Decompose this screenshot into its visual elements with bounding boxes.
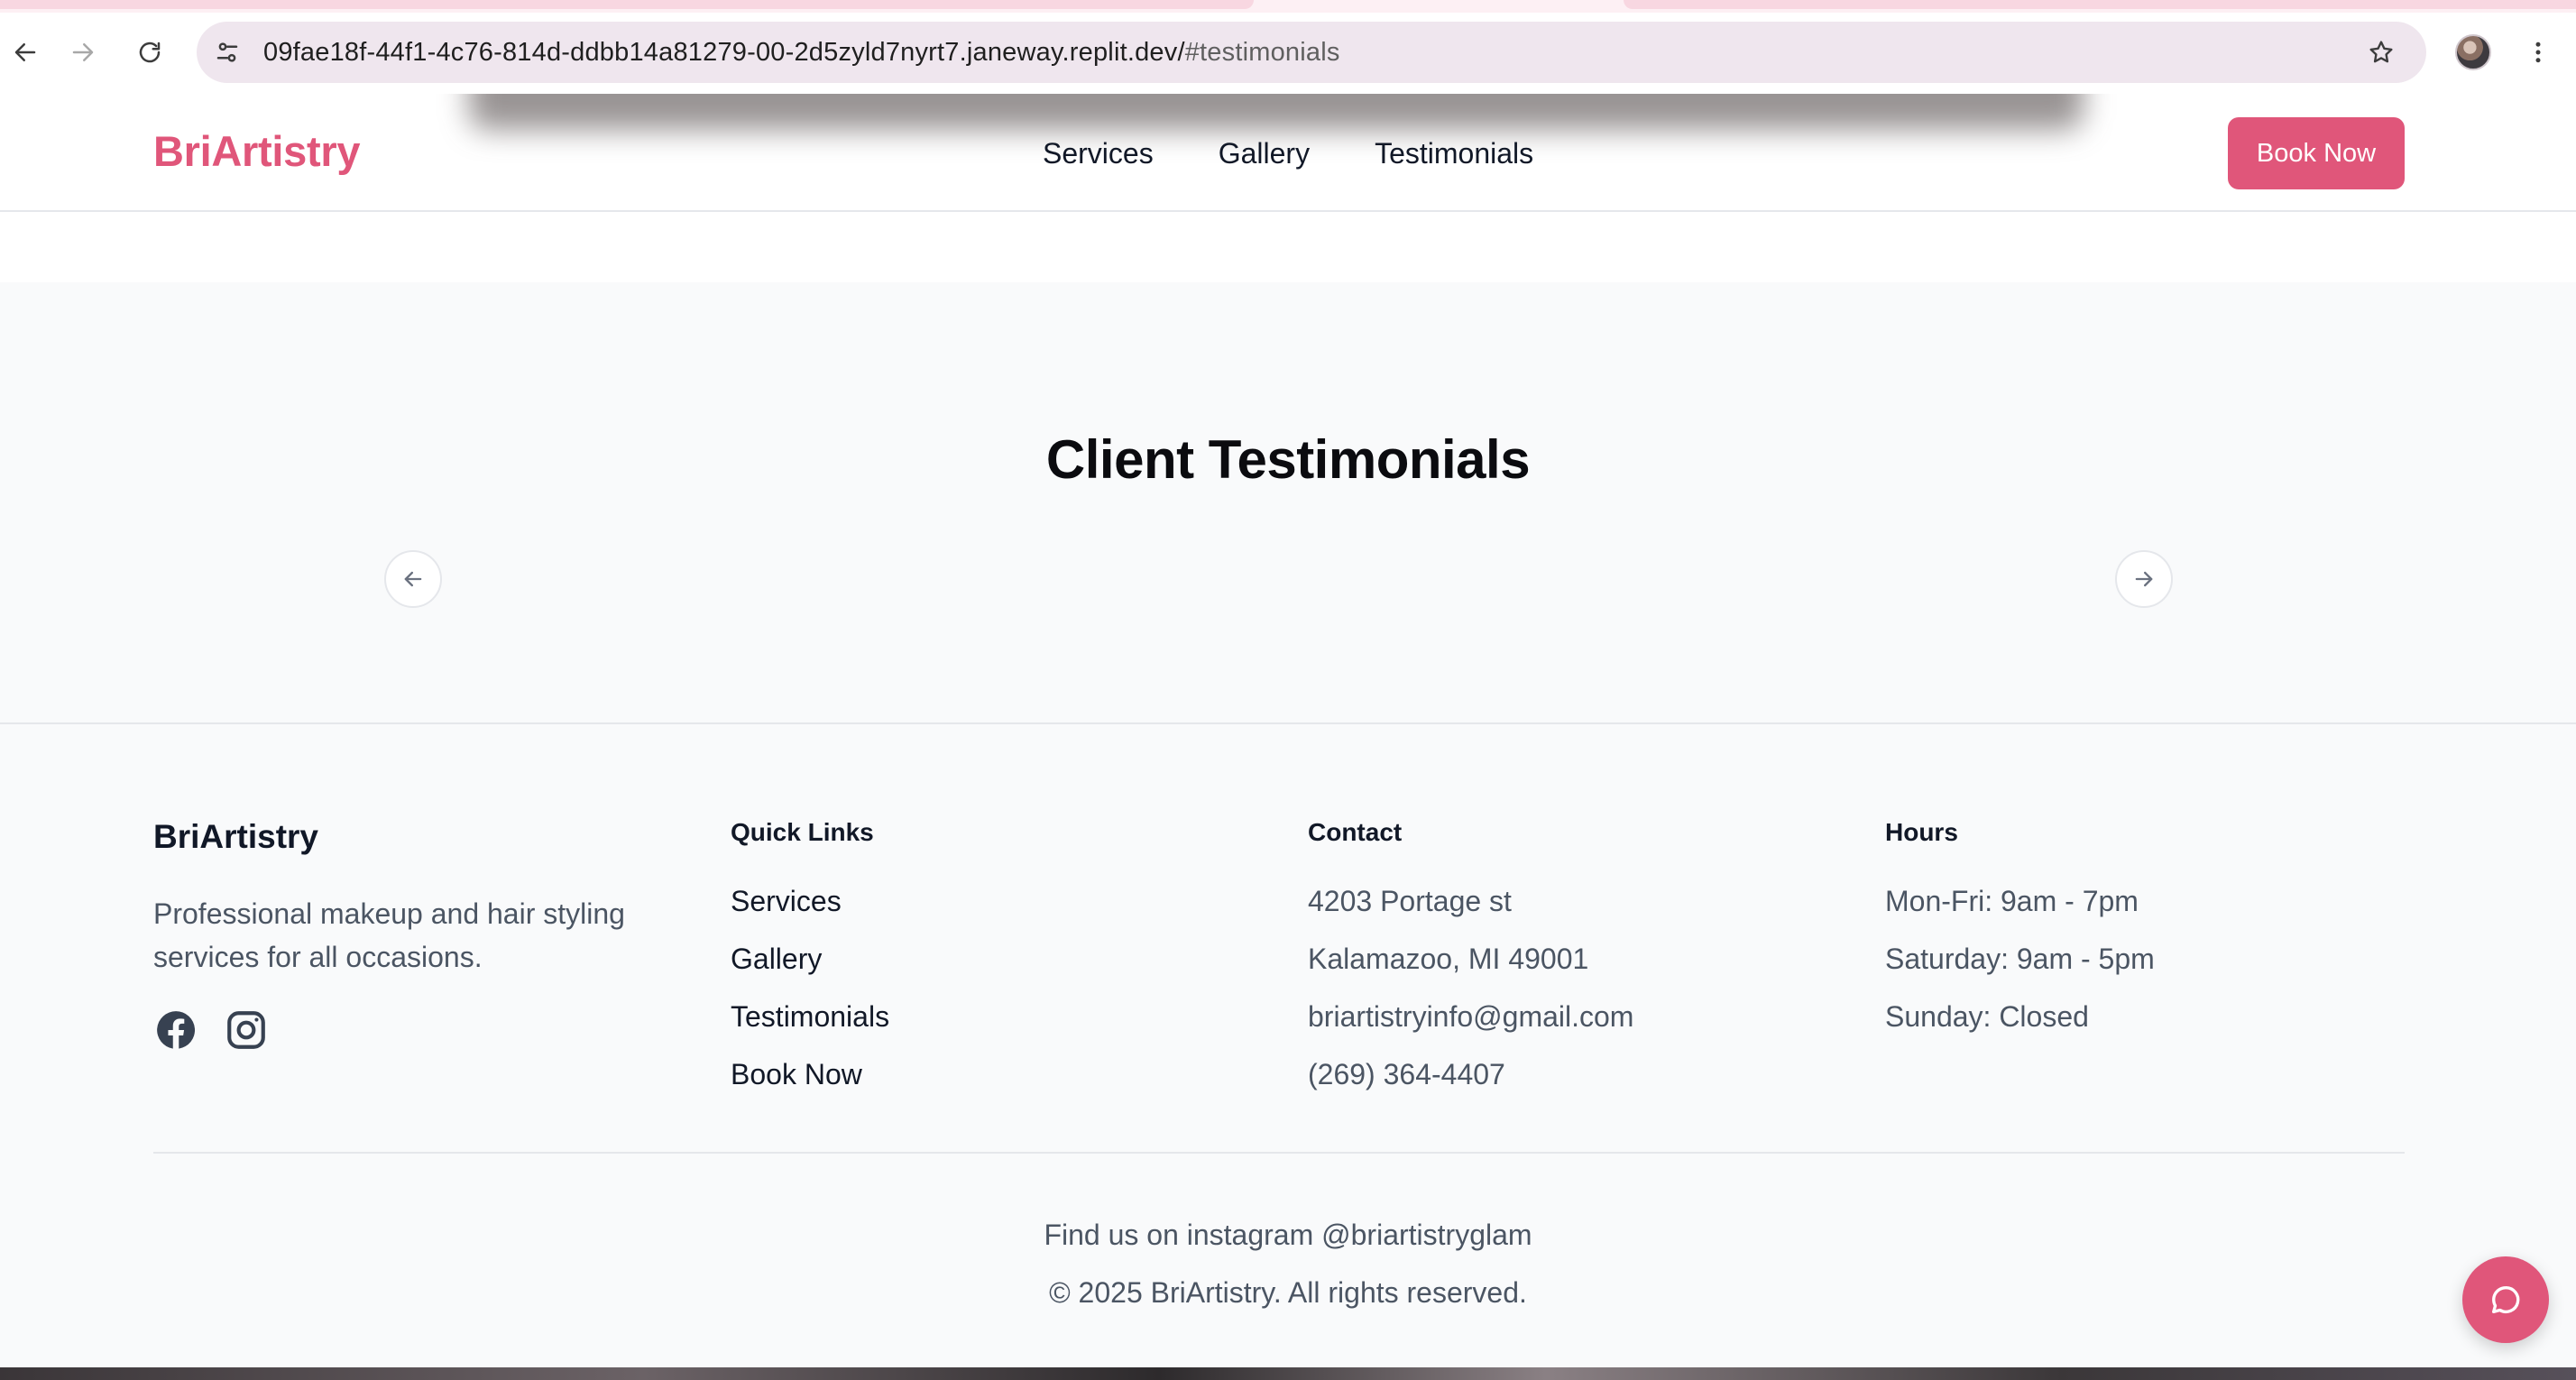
browser-chrome: 09fae18f-44f1-4c76-814d-ddbb14a81279-00-…	[0, 0, 2576, 94]
reload-button[interactable]	[124, 27, 175, 78]
testimonials-section: Client Testimonials	[0, 282, 2576, 722]
chat-button[interactable]	[2462, 1256, 2549, 1343]
contact-street: 4203 Portage st	[1308, 885, 1512, 917]
nav-link-testimonials[interactable]: Testimonials	[1375, 137, 1533, 170]
instagram-icon	[227, 1011, 265, 1049]
instagram-link[interactable]	[224, 1007, 269, 1053]
tab-right[interactable]	[1624, 0, 2576, 9]
footer-link-gallery[interactable]: Gallery	[731, 937, 889, 995]
browser-menu-button[interactable]	[2513, 27, 2563, 78]
arrow-left-icon	[14, 43, 36, 61]
footer-brand: BriArtistry	[153, 818, 318, 855]
address-bar[interactable]: 09fae18f-44f1-4c76-814d-ddbb14a81279-00-…	[197, 22, 2426, 83]
next-section-peek	[0, 1367, 2576, 1380]
back-button[interactable]	[0, 27, 51, 78]
carousel-prev-button[interactable]	[384, 550, 442, 608]
site-footer: BriArtistry Professional makeup and hair…	[0, 722, 2576, 1380]
facebook-link[interactable]	[153, 1007, 198, 1053]
reload-icon	[139, 41, 161, 63]
quick-links-heading: Quick Links	[731, 818, 874, 846]
forward-button[interactable]	[58, 27, 108, 78]
arrow-right-icon	[2135, 571, 2153, 587]
instagram-handle: Find us on instagram @briartistryglam	[1044, 1219, 1532, 1251]
hours-list: Mon-Fri: 9am - 7pm Saturday: 9am - 5pm S…	[1885, 879, 2155, 1053]
profile-avatar[interactable]	[2455, 34, 2491, 70]
quick-links-list: Services Gallery Testimonials Book Now	[731, 879, 889, 1110]
tune-icon	[216, 42, 238, 62]
footer-link-testimonials[interactable]: Testimonials	[731, 995, 889, 1053]
arrow-right-icon	[72, 43, 94, 61]
contact-phone: (269) 364-4407	[1308, 1058, 1505, 1090]
hours-weekdays: Mon-Fri: 9am - 7pm	[1885, 885, 2139, 917]
site-header: BriArtistry Services Gallery Testimonial…	[0, 94, 2576, 212]
hero-shadow	[469, 94, 2084, 130]
hours-sunday: Sunday: Closed	[1885, 1000, 2089, 1033]
star-icon	[2369, 41, 2393, 63]
chat-bubble-icon	[2492, 1285, 2520, 1313]
footer-link-services[interactable]: Services	[731, 879, 889, 937]
book-now-button[interactable]: Book Now	[2228, 117, 2405, 189]
footer-bottom: Find us on instagram @briartistryglam © …	[0, 1213, 2576, 1329]
copyright: © 2025 BriArtistry. All rights reserved.	[1049, 1276, 1527, 1309]
hours-heading: Hours	[1885, 818, 1958, 846]
footer-divider	[153, 1152, 2405, 1154]
footer-description: Professional makeup and hair styling ser…	[153, 897, 625, 973]
url-main: 09fae18f-44f1-4c76-814d-ddbb14a81279-00-…	[263, 37, 1185, 67]
bookmark-button[interactable]	[2356, 27, 2406, 78]
carousel-next-button[interactable]	[2115, 550, 2173, 608]
contact-email: briartistryinfo@gmail.com	[1308, 1000, 1634, 1033]
site-info-button[interactable]	[202, 27, 253, 78]
nav-link-gallery[interactable]: Gallery	[1219, 137, 1310, 170]
arrow-left-icon	[404, 571, 422, 587]
contact-city: Kalamazoo, MI 49001	[1308, 943, 1589, 975]
main-nav: Services Gallery Testimonials	[1043, 137, 1533, 170]
more-vertical-icon	[2535, 41, 2541, 63]
site-logo[interactable]: BriArtistry	[153, 126, 360, 176]
tab-strip	[0, 0, 2576, 13]
nav-link-services[interactable]: Services	[1043, 137, 1154, 170]
section-title: Client Testimonials	[1045, 429, 1531, 490]
contact-list: 4203 Portage st Kalamazoo, MI 49001 bria…	[1308, 879, 1633, 1110]
footer-link-book-now[interactable]: Book Now	[731, 1053, 889, 1110]
contact-heading: Contact	[1308, 818, 1403, 846]
hours-saturday: Saturday: 9am - 5pm	[1885, 943, 2155, 975]
url-hash: #testimonials	[1184, 37, 1340, 67]
facebook-icon	[157, 1011, 196, 1049]
url-text[interactable]: 09fae18f-44f1-4c76-814d-ddbb14a81279-00-…	[263, 38, 1340, 68]
tab-left[interactable]	[0, 0, 1254, 9]
